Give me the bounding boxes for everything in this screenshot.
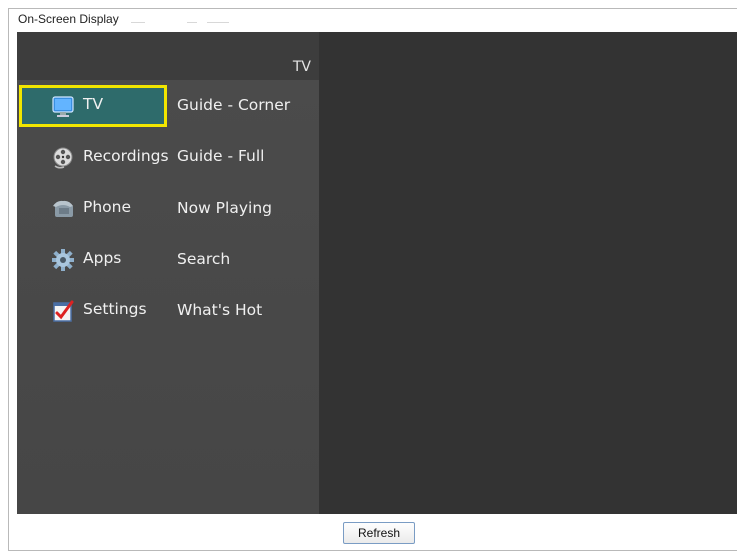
menu-item-phone[interactable]: Phone [19, 188, 167, 230]
checklist-icon [53, 300, 74, 322]
menu-item-tv[interactable]: TV [19, 85, 167, 127]
osd-menu-panel: TV TV Recordings Phone Apps Settings Gui… [17, 32, 319, 514]
refresh-button[interactable]: Refresh [343, 522, 415, 544]
submenu-item-guide-full[interactable]: Guide - Full [177, 147, 264, 165]
menu-item-apps[interactable]: Apps [19, 239, 167, 281]
submenu-item-now-playing[interactable]: Now Playing [177, 199, 272, 217]
menu-item-settings[interactable]: Settings [19, 290, 167, 332]
gear-icon [52, 249, 74, 271]
submenu-item-whats-hot[interactable]: What's Hot [177, 301, 262, 319]
menu-item-label: Phone [83, 198, 132, 216]
title-bar-divider [131, 22, 145, 23]
menu-item-recordings[interactable]: Recordings [19, 137, 169, 179]
osd-window: On-Screen Display TV TV Recordings Phone… [8, 8, 737, 551]
tv-icon [52, 96, 74, 117]
film-reel-icon [53, 147, 73, 169]
submenu-item-search[interactable]: Search [177, 250, 230, 268]
phone-icon [53, 200, 73, 217]
submenu-item-guide-corner[interactable]: Guide - Corner [177, 96, 290, 114]
osd-screen: TV TV Recordings Phone Apps Settings Gui… [17, 32, 737, 514]
window-title: On-Screen Display [18, 12, 119, 26]
title-bar: On-Screen Display [9, 9, 737, 31]
footer-bar: Refresh [9, 514, 737, 550]
menu-item-label: Apps [83, 249, 122, 267]
menu-item-label: TV [83, 95, 104, 113]
menu-item-label: Settings [83, 300, 147, 318]
menu-item-label: Recordings [83, 147, 169, 165]
title-bar-divider [187, 22, 197, 23]
menu-header: TV [292, 59, 311, 75]
title-bar-divider [207, 22, 229, 23]
